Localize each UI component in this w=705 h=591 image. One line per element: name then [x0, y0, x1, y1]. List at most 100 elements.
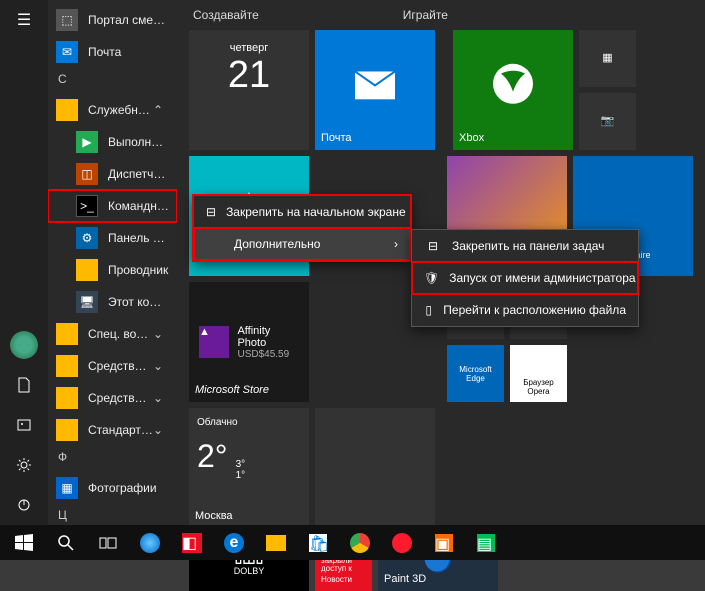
tb-explorer[interactable] — [256, 527, 296, 559]
documents-button[interactable] — [0, 365, 48, 405]
tb-app1[interactable]: ◧ — [172, 527, 212, 559]
mail-icon — [355, 71, 395, 102]
section-letter-ts[interactable]: Ц — [48, 504, 177, 525]
gear-icon — [16, 457, 32, 473]
explorer-icon — [76, 259, 98, 281]
tile-opera[interactable]: Браузер Opera — [510, 345, 567, 402]
affinity-price: USD$45.59 — [237, 349, 299, 360]
weather-hi: 3° — [236, 459, 246, 470]
chrome-icon — [350, 533, 370, 553]
app-mr-portal[interactable]: ⬚ Портал смешанной реальности — [48, 4, 177, 36]
tb-cortana[interactable] — [130, 527, 170, 559]
tb-app2[interactable]: ▣ — [424, 527, 464, 559]
tile-small-1[interactable]: ▦ — [579, 30, 636, 87]
tile-xbox[interactable]: Xbox — [453, 30, 573, 150]
app-photos[interactable]: ▦ Фотографии — [48, 472, 177, 504]
photos-icon: ▦ — [56, 477, 78, 499]
app-this-pc[interactable]: 🖥Этот компьютер — [48, 286, 177, 318]
app-icon: ▤ — [477, 534, 495, 552]
tile-small-2[interactable]: 📷 — [579, 93, 636, 150]
pin-icon: ⊟ — [424, 239, 442, 253]
tile-label: Браузер Opera — [516, 378, 561, 396]
app-label: Служебные — Windows — [88, 103, 153, 117]
taskview-icon — [99, 534, 117, 552]
power-icon — [16, 497, 32, 513]
ctx-pin-start[interactable]: ⊟Закрепить на начальном экране — [194, 196, 410, 228]
tile-label: Почта — [321, 132, 429, 144]
weather-cond: Облачно — [197, 417, 238, 428]
hamburger-button[interactable]: ☰ — [0, 0, 48, 40]
pictures-button[interactable] — [0, 405, 48, 445]
tile-label: Microsoft Store — [195, 384, 269, 396]
app-label: Командная строка — [108, 199, 169, 213]
app-standard[interactable]: Стандартные — Windows⌄ — [48, 414, 177, 446]
xbox-icon — [491, 62, 535, 109]
app-accessibility[interactable]: Спец. возможности⌄ — [48, 318, 177, 350]
tb-store[interactable]: 🛍 — [298, 527, 338, 559]
ctx-open-location[interactable]: ▯Перейти к расположению файла — [412, 294, 638, 326]
ctx-pin-taskbar[interactable]: ⊟Закрепить на панели задач — [412, 230, 638, 262]
mr-icon: ⬚ — [56, 9, 78, 31]
app-icon: ◧ — [182, 533, 202, 553]
tb-edge[interactable]: e — [214, 527, 254, 559]
tile-movies[interactable] — [315, 408, 435, 528]
edge-icon: e — [224, 533, 244, 553]
folder-icon — [56, 99, 78, 121]
app-taskmgr[interactable]: ◫Диспетчер задач — [48, 158, 177, 190]
section-letter-f[interactable]: Ф — [48, 446, 177, 472]
folder-icon — [56, 323, 78, 345]
control-panel-icon: ⚙ — [76, 227, 98, 249]
hamburger-icon: ☰ — [17, 10, 31, 30]
chevron-down-icon: ⌄ — [153, 359, 169, 373]
app-label: Панель управления — [108, 231, 169, 245]
search-button[interactable] — [46, 527, 86, 559]
app-admin-tools[interactable]: Средства администрирования...⌄ — [48, 382, 177, 414]
cmd-icon: >_ — [76, 195, 98, 217]
group-header-create[interactable]: Создавайте — [193, 8, 259, 22]
app-office-tools[interactable]: Средства Microsoft Office⌄ — [48, 350, 177, 382]
tb-chrome[interactable] — [340, 527, 380, 559]
app-label: Проводник — [108, 263, 169, 277]
chevron-down-icon: ⌄ — [153, 327, 169, 341]
user-avatar[interactable] — [0, 325, 48, 365]
tile-label: Microsoft Edge — [453, 365, 498, 383]
section-letter-s[interactable]: С — [48, 68, 177, 94]
app-label: Портал смешанной реальности — [88, 13, 169, 27]
app-cmd[interactable]: >_ Командная строка — [48, 190, 177, 222]
app-control-panel[interactable]: ⚙ Панель управления — [48, 222, 177, 254]
pc-icon: 🖥 — [76, 291, 98, 313]
taskbar: ◧ e 🛍 ▣ ▤ — [0, 525, 705, 560]
tile-mail[interactable]: Почта — [315, 30, 435, 150]
app-windows-tools[interactable]: Служебные — Windows⌃ — [48, 94, 177, 126]
tile-affinity[interactable]: ▲ Affinity Photo USD$45.59 Microsoft Sto… — [189, 282, 309, 402]
app-mail[interactable]: ✉Почта — [48, 36, 177, 68]
tile-weather[interactable]: Облачно 2° 3°1° Москва — [189, 408, 309, 528]
file-icon: ▯ — [424, 303, 433, 317]
app-label: Выполнить — [108, 135, 169, 149]
tile-calendar[interactable]: четверг 21 — [189, 30, 309, 150]
folder-icon — [56, 387, 78, 409]
ctx-more[interactable]: Дополнительно› — [194, 228, 410, 260]
app-label: Почта — [88, 45, 169, 59]
affinity-name: Affinity Photo — [237, 325, 299, 349]
shield-icon: 🛡 — [424, 271, 439, 285]
tile-edge[interactable]: Microsoft Edge — [447, 345, 504, 402]
app-icon: ▣ — [435, 534, 453, 552]
weather-lo: 1° — [236, 470, 246, 481]
tb-opera[interactable] — [382, 527, 422, 559]
tb-app3[interactable]: ▤ — [466, 527, 506, 559]
app-explorer[interactable]: Проводник — [48, 254, 177, 286]
settings-button[interactable] — [0, 445, 48, 485]
app-run[interactable]: ▶Выполнить — [48, 126, 177, 158]
opera-icon — [392, 533, 412, 553]
chevron-right-icon: › — [374, 237, 398, 251]
tile-label: DOLBY — [234, 566, 265, 576]
start-button[interactable] — [4, 527, 44, 559]
affinity-icon: ▲ — [199, 326, 229, 358]
taskview-button[interactable] — [88, 527, 128, 559]
app-label: Фотографии — [88, 481, 169, 495]
power-button[interactable] — [0, 485, 48, 525]
group-header-play[interactable]: Играйте — [403, 8, 448, 22]
grid-icon: ▦ — [602, 51, 612, 64]
ctx-run-admin[interactable]: 🛡Запуск от имени администратора — [412, 262, 638, 294]
